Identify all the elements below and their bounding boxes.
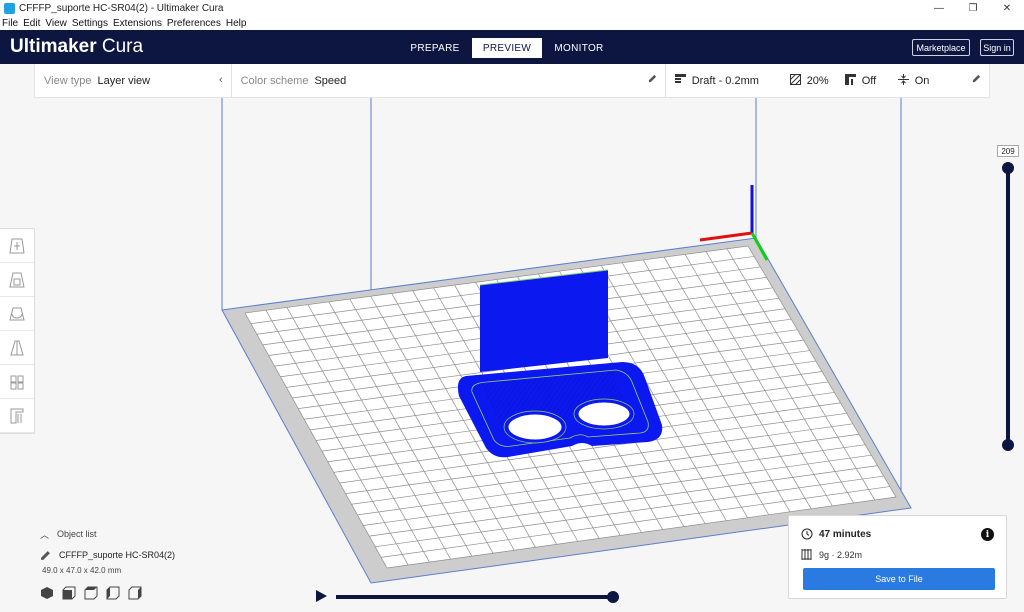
restore-button[interactable]: ❐	[956, 0, 990, 16]
front-view-icon[interactable]	[62, 586, 76, 600]
left-view-icon[interactable]	[106, 586, 120, 600]
title-bar: CFFFP_suporte HC-SR04(2) - Ultimaker Cur…	[0, 0, 1024, 16]
menu-bar: File Edit View Settings Extensions Prefe…	[0, 16, 1024, 30]
logo-light: Cura	[96, 36, 144, 57]
layer-slider-top-handle[interactable]	[1002, 162, 1014, 174]
right-view-icon[interactable]	[128, 586, 142, 600]
profile-value: Draft - 0.2mm	[691, 74, 759, 87]
scale-icon	[9, 272, 25, 287]
color-scheme-label: Color scheme	[240, 74, 309, 87]
chevron-up-icon: ︿	[40, 529, 50, 540]
tab-preview[interactable]: PREVIEW	[472, 38, 542, 58]
layer-number-badge[interactable]: 209	[997, 145, 1019, 157]
support-icon	[844, 73, 856, 88]
menu-preferences[interactable]: Preferences	[167, 18, 221, 29]
menu-view[interactable]: View	[45, 18, 67, 29]
clock-icon	[801, 528, 813, 540]
sensor-hole-left	[505, 411, 565, 443]
material-row: 9g · 2.92m	[801, 549, 862, 560]
object-list-label: Object list	[57, 529, 97, 539]
rotate-tool-button[interactable]	[0, 297, 34, 331]
close-button[interactable]: ✕	[990, 0, 1024, 16]
sensor-hole-right	[575, 399, 633, 429]
model-wall	[480, 270, 608, 372]
window-title: CFFFP_suporte HC-SR04(2) - Ultimaker Cur…	[19, 2, 224, 14]
color-scheme-selector[interactable]: Color scheme Speed	[232, 63, 666, 98]
marketplace-button[interactable]: Marketplace	[912, 39, 970, 56]
support-value: Off	[861, 74, 877, 87]
filament-spool-icon	[801, 549, 812, 560]
object-name: CFFFP_suporte HC-SR04(2)	[59, 550, 176, 560]
simulation-slider-handle[interactable]	[607, 591, 619, 603]
stage-menu: View type Layer view ‹ Color scheme Spee…	[34, 63, 990, 98]
view-type-label: View type	[44, 74, 92, 87]
x-axis	[699, 231, 753, 242]
per-model-settings-button[interactable]	[0, 365, 34, 399]
print-time: 47 minutes	[819, 528, 872, 540]
tab-prepare[interactable]: PREPARE	[400, 38, 470, 58]
chevron-left-icon: ‹	[218, 73, 223, 86]
move-tool-button[interactable]	[0, 229, 34, 263]
tool-panel	[0, 228, 35, 434]
minimize-button[interactable]: —	[922, 0, 956, 16]
app-header: Ultimaker Cura PREPARE PREVIEW MONITOR M…	[0, 30, 1024, 64]
mirror-tool-button[interactable]	[0, 331, 34, 365]
menu-help[interactable]: Help	[226, 18, 247, 29]
3d-view-icon[interactable]	[40, 586, 54, 600]
menu-edit[interactable]: Edit	[23, 18, 40, 29]
pencil-icon	[41, 550, 50, 560]
scale-tool-button[interactable]	[0, 263, 34, 297]
view-type-selector[interactable]: View type Layer view ‹	[35, 63, 232, 98]
stage-tabs: PREPARE PREVIEW MONITOR	[400, 38, 616, 58]
menu-file[interactable]: File	[2, 18, 18, 29]
pencil-icon[interactable]	[972, 74, 981, 86]
object-dimensions: 49.0 x 47.0 x 42.0 mm	[42, 566, 122, 575]
info-icon[interactable]: i	[981, 528, 994, 541]
play-icon[interactable]	[314, 589, 328, 603]
cura-app-icon	[4, 2, 15, 14]
layer-slider-bottom-handle[interactable]	[1002, 439, 1014, 451]
object-list-toggle[interactable]: ︿ Object list	[40, 528, 240, 540]
mirror-icon	[10, 340, 24, 355]
print-information-panel: 47 minutes i 9g · 2.92m Save to File	[788, 515, 1007, 599]
color-scheme-value: Speed	[314, 74, 347, 87]
pencil-icon	[648, 74, 657, 86]
app-logo: Ultimaker Cura	[10, 36, 143, 58]
top-view-icon[interactable]	[84, 586, 98, 600]
support-blocker-button[interactable]	[0, 399, 34, 433]
move-icon	[9, 238, 25, 253]
tab-monitor[interactable]: MONITOR	[544, 38, 614, 58]
view-type-value: Layer view	[97, 74, 151, 87]
menu-settings[interactable]: Settings	[72, 18, 108, 29]
object-info-panel: ︿ Object list CFFFP_suporte HC-SR04(2) 4…	[40, 528, 240, 608]
profile-icon	[674, 74, 686, 87]
infill-value: 20%	[806, 74, 829, 87]
save-to-file-button[interactable]: Save to File	[803, 568, 995, 590]
camera-view-buttons	[40, 586, 240, 600]
material-usage: 9g · 2.92m	[819, 549, 863, 560]
print-settings-selector[interactable]: Draft - 0.2mm 20% Off On	[666, 64, 989, 98]
adhesion-value: On	[914, 74, 930, 87]
infill-icon	[789, 73, 801, 88]
sign-in-button[interactable]: Sign in	[980, 39, 1014, 56]
object-name-row[interactable]: CFFFP_suporte HC-SR04(2)	[40, 549, 240, 561]
per-model-settings-icon	[10, 375, 24, 389]
rotate-icon	[9, 307, 25, 320]
menu-extensions[interactable]: Extensions	[113, 18, 162, 29]
adhesion-icon	[897, 73, 909, 88]
logo-bold: Ultimaker	[10, 36, 97, 57]
support-blocker-icon	[10, 408, 24, 423]
print-time-row: 47 minutes	[801, 528, 871, 540]
